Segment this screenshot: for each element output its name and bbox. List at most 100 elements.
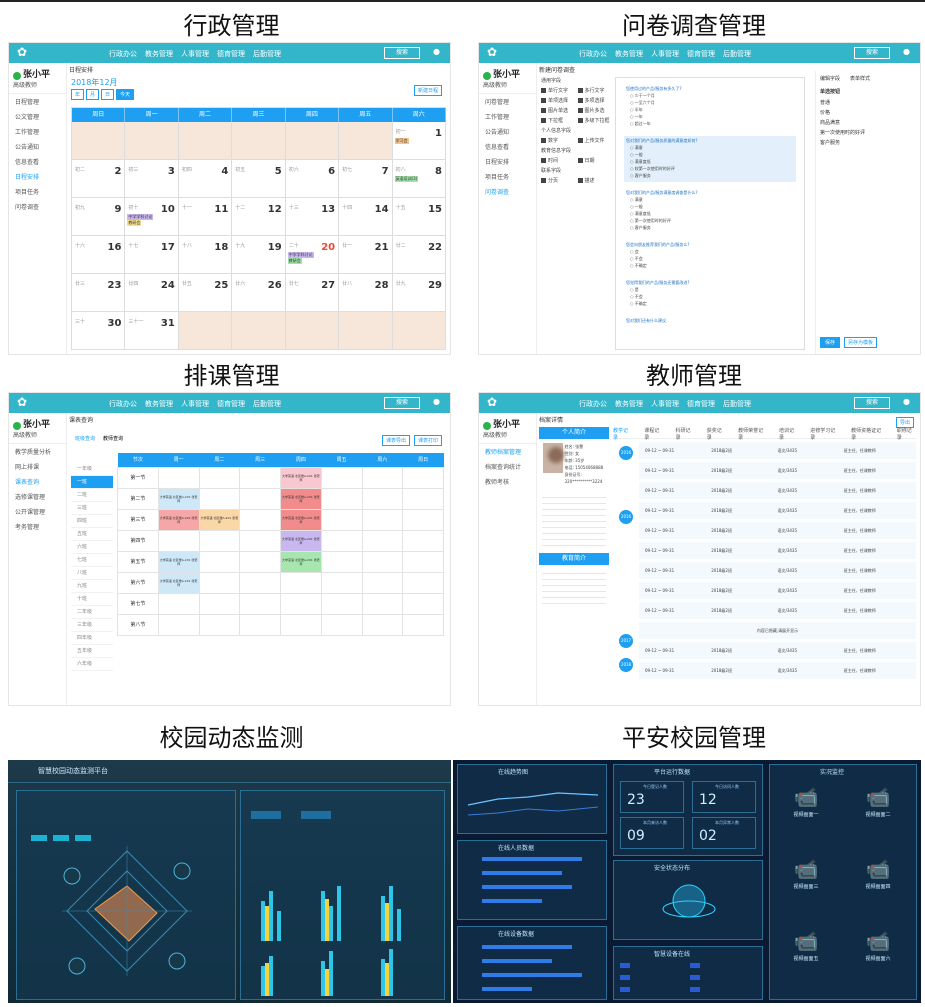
grade-label[interactable]: 一年级 <box>71 463 113 476</box>
sidebar-item[interactable]: 课表查询 <box>9 474 66 489</box>
timetable-cell[interactable] <box>361 466 404 489</box>
class-item[interactable]: 四年级 <box>71 632 113 645</box>
timetable-cell[interactable] <box>280 571 322 594</box>
schedule-tab[interactable]: 教师查询 <box>103 435 123 442</box>
question-option[interactable]: ○ 满意度低 <box>630 159 794 165</box>
timetable-cell[interactable] <box>157 529 200 552</box>
event-chip[interactable]: 学习会 <box>394 138 409 144</box>
question-option[interactable]: ○ 较第一次使用时的好评 <box>630 166 794 172</box>
timetable-cell[interactable]: 大学英语 北区楼A-201 张老师 <box>198 508 241 531</box>
timetable-cell[interactable] <box>402 487 444 510</box>
field-type[interactable]: 日期 <box>578 157 612 164</box>
class-item[interactable]: 五班 <box>71 528 113 541</box>
sidebar-item[interactable]: 档案查询统计 <box>479 459 536 474</box>
search-button[interactable]: 搜索 <box>854 397 890 409</box>
timetable-cell[interactable] <box>198 592 241 615</box>
timetable-cell[interactable]: 大学英语 北区楼A-201 张老师 <box>280 487 322 510</box>
question-option[interactable]: ○ 客户服务 <box>630 173 794 179</box>
question-option[interactable]: ○ 不会 <box>630 294 794 300</box>
day-cell[interactable] <box>339 312 393 350</box>
bell-icon[interactable]: ● <box>903 47 910 56</box>
sidebar-item[interactable]: 教师档案管理 <box>479 444 536 459</box>
sidebar-item[interactable]: 网上排课 <box>9 459 66 474</box>
option-row[interactable]: 普通 <box>820 99 916 106</box>
camera-tile[interactable]: 📹 视频画面四 <box>852 857 904 897</box>
day-cell[interactable] <box>178 122 233 160</box>
timetable-cell[interactable] <box>280 592 322 615</box>
sidebar-item[interactable]: 问卷调查 <box>479 184 536 199</box>
day-cell[interactable] <box>339 122 393 160</box>
day-cell[interactable]: 初四 4 <box>178 160 233 198</box>
nav-item[interactable]: 行政办公 <box>579 49 607 59</box>
camera-tile[interactable]: 📹 视频画面五 <box>780 929 832 969</box>
search-button[interactable]: 搜索 <box>854 47 890 59</box>
timetable-cell[interactable] <box>402 571 444 594</box>
timetable-cell[interactable] <box>402 613 444 636</box>
sidebar-item[interactable]: 公告通知 <box>9 139 66 154</box>
timetable-cell[interactable] <box>198 487 241 510</box>
day-cell[interactable] <box>392 312 446 350</box>
record-tab[interactable]: 教学记录 <box>613 427 632 441</box>
timetable-cell[interactable] <box>320 613 363 636</box>
nav-item[interactable]: 德育管理 <box>687 49 715 59</box>
nav-item[interactable]: 教务管理 <box>145 399 173 409</box>
timetable-cell[interactable] <box>402 550 444 573</box>
timetable-cell[interactable] <box>239 550 281 573</box>
hidden-notice[interactable]: 内容已隐藏,请展开显示 <box>757 628 798 633</box>
option-row[interactable]: 客户服务 <box>820 139 916 146</box>
timetable-cell[interactable] <box>361 529 404 552</box>
option-row[interactable]: 商品满意 <box>820 119 916 126</box>
record-tab[interactable]: 教师荣誉记录 <box>738 427 767 441</box>
record-row[interactable]: 09-12 ~ 09-31 2018级2班 语文/3435 班主任、任课教师 <box>639 562 916 579</box>
question-option[interactable]: ○ 满意度低 <box>630 211 794 217</box>
day-cell[interactable]: 十八 18 <box>178 236 233 274</box>
question-option[interactable]: ○ 一般 <box>630 204 794 210</box>
nav-item[interactable]: 德育管理 <box>217 49 245 59</box>
nav-item[interactable]: 后勤管理 <box>253 49 281 59</box>
nav-item[interactable]: 人事管理 <box>651 399 679 409</box>
class-item[interactable]: 一班 <box>71 476 113 489</box>
sidebar-item[interactable]: 信息查看 <box>9 154 66 169</box>
bell-icon[interactable]: ● <box>433 397 440 406</box>
timetable-cell[interactable] <box>402 529 444 552</box>
field-type[interactable]: 描述 <box>578 177 612 184</box>
sidebar-item[interactable]: 考务管理 <box>9 519 66 534</box>
question-block[interactable]: 您觉得我们的产品/服务还需要改进? ○ 是 ○ 不会 ○ 不确定 <box>624 278 796 310</box>
day-cell[interactable]: 初十 10 中学学科讨论 教研会 <box>125 198 179 236</box>
timetable-cell[interactable] <box>198 613 241 636</box>
sidebar-item[interactable]: 工作管理 <box>9 124 66 139</box>
camera-tile[interactable]: 📹 视频画面一 <box>780 785 832 825</box>
nav-item[interactable]: 教务管理 <box>615 399 643 409</box>
day-cell[interactable]: 廿六 26 <box>232 274 286 312</box>
field-type[interactable]: 单行文字 <box>541 87 575 94</box>
timetable-cell[interactable] <box>320 550 363 573</box>
timetable-cell[interactable]: 大学英语 北区楼A-201 张老师 <box>280 550 322 573</box>
class-item[interactable]: 六班 <box>71 541 113 554</box>
day-cell[interactable] <box>125 122 179 160</box>
camera-tile[interactable]: 📹 视频画面二 <box>852 785 904 825</box>
nav-item[interactable]: 后勤管理 <box>723 399 751 409</box>
timetable-cell[interactable] <box>198 550 241 573</box>
option-row[interactable]: 第一次使用时的好评 <box>820 129 916 136</box>
timetable-cell[interactable] <box>239 529 281 552</box>
nav-item[interactable]: 人事管理 <box>651 49 679 59</box>
view-button[interactable]: 今天 <box>116 89 135 100</box>
editor-tab[interactable]: 编辑字段 <box>820 75 840 82</box>
timetable-cell[interactable] <box>361 487 404 510</box>
option-row[interactable]: 价格 <box>820 109 916 116</box>
record-tab[interactable]: 进修学习记录 <box>810 427 839 441</box>
sidebar-item[interactable]: 教学质量分析 <box>9 444 66 459</box>
day-cell[interactable]: 廿一 21 <box>339 236 393 274</box>
question-block[interactable]: 您使用过的产品/服务有多久了? ○ 少于一个月 ○ 一至六个月 ○ 半年 ○ 一年 ○ 超… <box>624 84 796 130</box>
new-event-button[interactable]: 新建日程 <box>413 85 442 96</box>
question-block[interactable]: 您对我们的产品/服务质量的满意度如何? ○ 满意 ○ 一般 ○ 满意度低 ○ 较第一次使… <box>624 136 796 182</box>
sidebar-item[interactable]: 教师考核 <box>479 474 536 489</box>
class-item[interactable]: 九班 <box>71 580 113 593</box>
timetable-cell[interactable] <box>320 487 363 510</box>
class-item[interactable]: 四班 <box>71 515 113 528</box>
timetable-cell[interactable]: 大学英语 北区楼A-201 张老师 <box>157 508 200 531</box>
record-row[interactable]: 内容已隐藏,请展开显示 <box>639 622 916 639</box>
day-cell[interactable]: 初六 6 <box>285 160 340 198</box>
nav-item[interactable]: 人事管理 <box>181 399 209 409</box>
day-cell[interactable]: 十六 16 <box>72 236 126 274</box>
